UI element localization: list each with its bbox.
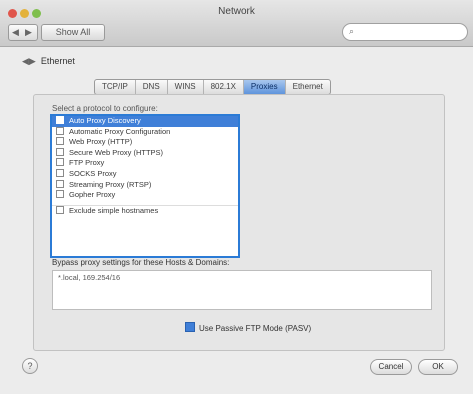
bypass-label: Bypass proxy settings for these Hosts & … <box>52 258 230 267</box>
proxy-item-auto-config[interactable]: Automatic Proxy Configuration <box>52 126 238 138</box>
proxy-item-label: Secure Web Proxy (HTTPS) <box>69 147 164 157</box>
proxy-item-label: Web Proxy (HTTP) <box>69 137 133 147</box>
proxy-item-label: Gopher Proxy <box>69 190 116 200</box>
tab-8021x[interactable]: 802.1X <box>204 80 244 94</box>
proxy-item-label: FTP Proxy <box>69 158 105 168</box>
search-field[interactable]: ⌕ <box>342 23 468 41</box>
passive-ftp-label: Use Passive FTP Mode (PASV) <box>199 324 312 333</box>
passive-ftp-checkbox[interactable] <box>185 322 195 332</box>
checkbox[interactable] <box>56 205 64 214</box>
tab-tcpip[interactable]: TCP/IP <box>95 80 136 94</box>
adapter-name: Ethernet <box>40 56 75 66</box>
checkbox[interactable] <box>56 137 64 146</box>
proxy-item-web-http[interactable]: Web Proxy (HTTP) <box>52 137 238 148</box>
proxy-item-streaming[interactable]: Streaming Proxy (RTSP) <box>52 179 238 191</box>
proxy-protocol-list[interactable]: Auto Proxy Discovery Automatic Proxy Con… <box>50 114 240 258</box>
protocol-section-label: Select a protocol to configure: <box>52 104 158 113</box>
proxy-item-label: Automatic Proxy Configuration <box>69 126 171 136</box>
tab-bar: TCP/IP DNS WINS 802.1X Proxies Ethernet <box>94 79 331 95</box>
back-forward-buttons: ◀ ▶ <box>8 24 38 41</box>
checkbox[interactable] <box>56 147 64 156</box>
exclude-label: Exclude simple hostnames <box>69 205 159 215</box>
search-icon: ⌕ <box>349 26 355 36</box>
checkbox[interactable] <box>56 168 64 177</box>
title-bar: Network ◀ ▶ Show All ⌕ <box>0 0 473 47</box>
window-title: Network <box>218 6 255 17</box>
proxy-item-ftp[interactable]: FTP Proxy <box>52 158 238 169</box>
checkbox[interactable] <box>56 190 64 199</box>
show-all-button[interactable]: Show All <box>41 24 105 41</box>
forward-button[interactable]: ▶ <box>22 25 35 40</box>
adapter-header: ◀▶ Ethernet <box>22 56 75 67</box>
tab-dns[interactable]: DNS <box>136 80 168 94</box>
cancel-button[interactable]: Cancel <box>370 359 412 375</box>
tab-wins[interactable]: WINS <box>168 80 204 94</box>
network-window: Network ◀ ▶ Show All ⌕ ◀▶ Ethernet TCP/IP … <box>0 0 473 394</box>
proxy-item-gopher[interactable]: Gopher Proxy <box>52 190 238 201</box>
checkbox[interactable] <box>56 158 64 167</box>
bypass-hosts-field[interactable]: *.local, 169.254/16 <box>52 270 432 310</box>
checkbox[interactable] <box>56 179 64 188</box>
ok-button[interactable]: OK <box>418 359 458 375</box>
checkbox[interactable] <box>56 116 64 124</box>
tab-proxies[interactable]: Proxies <box>243 80 286 94</box>
back-button[interactable]: ◀ <box>9 25 22 40</box>
exclude-simple-hostnames[interactable]: Exclude simple hostnames <box>52 205 238 217</box>
passive-ftp-option[interactable]: Use Passive FTP Mode (PASV) <box>185 322 311 333</box>
proxy-item-label: Auto Proxy Discovery <box>69 116 141 125</box>
tab-ethernet[interactable]: Ethernet <box>286 80 330 94</box>
proxy-item-secure-web[interactable]: Secure Web Proxy (HTTPS) <box>52 147 238 159</box>
proxy-item-label: SOCKS Proxy <box>69 168 117 178</box>
proxy-item-label: Streaming Proxy (RTSP) <box>69 179 152 189</box>
checkbox[interactable] <box>56 126 64 135</box>
proxy-item-socks[interactable]: SOCKS Proxy <box>52 168 238 180</box>
help-button[interactable]: ? <box>22 358 38 374</box>
proxy-item-auto-discovery[interactable]: Auto Proxy Discovery <box>52 116 238 127</box>
back-arrow-icon[interactable]: ◀▶ <box>22 56 36 66</box>
